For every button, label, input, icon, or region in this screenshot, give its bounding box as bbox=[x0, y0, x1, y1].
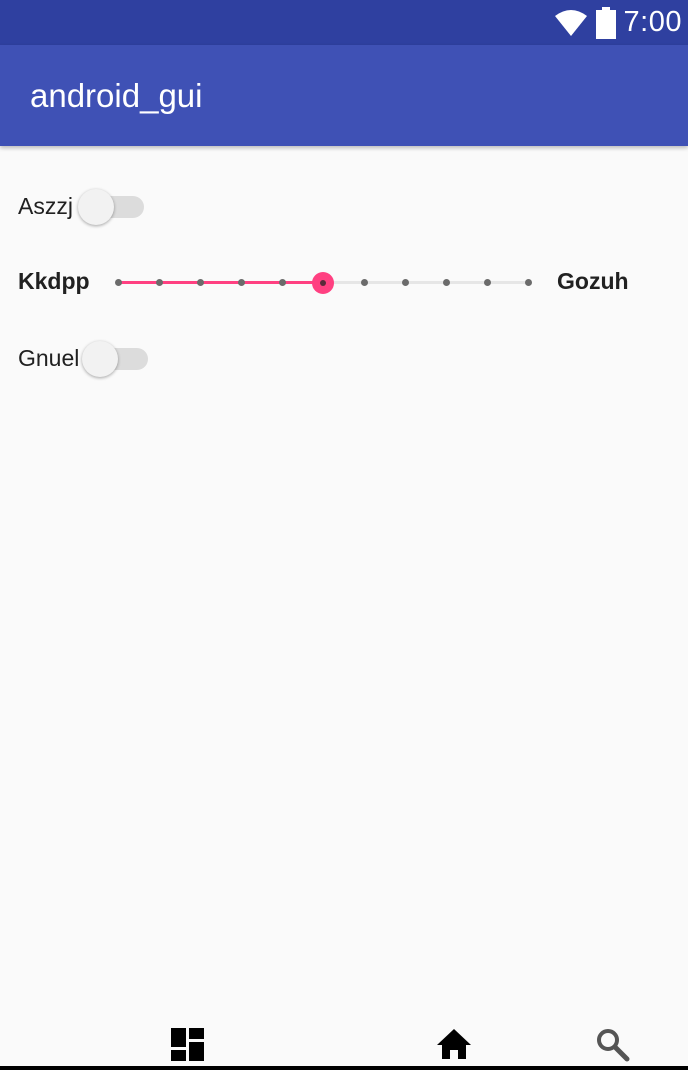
battery-icon bbox=[595, 6, 616, 39]
main-content: Aszzj Kkdpp Gozuh Gnuel bbox=[0, 146, 688, 1026]
seekbar-tick bbox=[197, 279, 204, 286]
seekbar-tick bbox=[156, 279, 163, 286]
switch-gnuel[interactable] bbox=[82, 339, 148, 379]
status-icons: 7:00 bbox=[554, 0, 682, 45]
app-title: android_gui bbox=[30, 77, 203, 114]
seekbar[interactable] bbox=[115, 265, 532, 301]
nav-bar-line bbox=[0, 1066, 688, 1070]
status-time: 7:00 bbox=[623, 6, 682, 38]
seekbar-thumb[interactable] bbox=[312, 272, 334, 294]
switch-thumb bbox=[82, 341, 118, 377]
search-icon[interactable] bbox=[596, 1028, 630, 1062]
switch-aszzj[interactable] bbox=[78, 187, 144, 227]
seekbar-tick bbox=[279, 279, 286, 286]
seekbar-tick bbox=[525, 279, 532, 286]
wifi-icon bbox=[554, 9, 587, 36]
seekbar-max-label: Gozuh bbox=[557, 268, 629, 294]
home-icon[interactable] bbox=[436, 1028, 472, 1060]
dashboard-icon[interactable] bbox=[171, 1028, 204, 1061]
seekbar-thumb-dot bbox=[320, 280, 326, 286]
switch-gnuel-label: Gnuel bbox=[18, 345, 80, 371]
switch-thumb bbox=[78, 189, 114, 225]
bottom-nav bbox=[0, 1022, 688, 1070]
switch-aszzj-label: Aszzj bbox=[18, 193, 73, 219]
seekbar-tick bbox=[238, 279, 245, 286]
seekbar-tick bbox=[115, 279, 122, 286]
status-bar: 7:00 bbox=[0, 0, 688, 45]
seekbar-tick bbox=[484, 279, 491, 286]
seekbar-tick bbox=[402, 279, 409, 286]
app-bar: android_gui bbox=[0, 45, 688, 146]
seekbar-tick bbox=[443, 279, 450, 286]
seekbar-progress bbox=[118, 281, 323, 284]
seekbar-min-label: Kkdpp bbox=[18, 268, 90, 294]
seekbar-tick bbox=[361, 279, 368, 286]
